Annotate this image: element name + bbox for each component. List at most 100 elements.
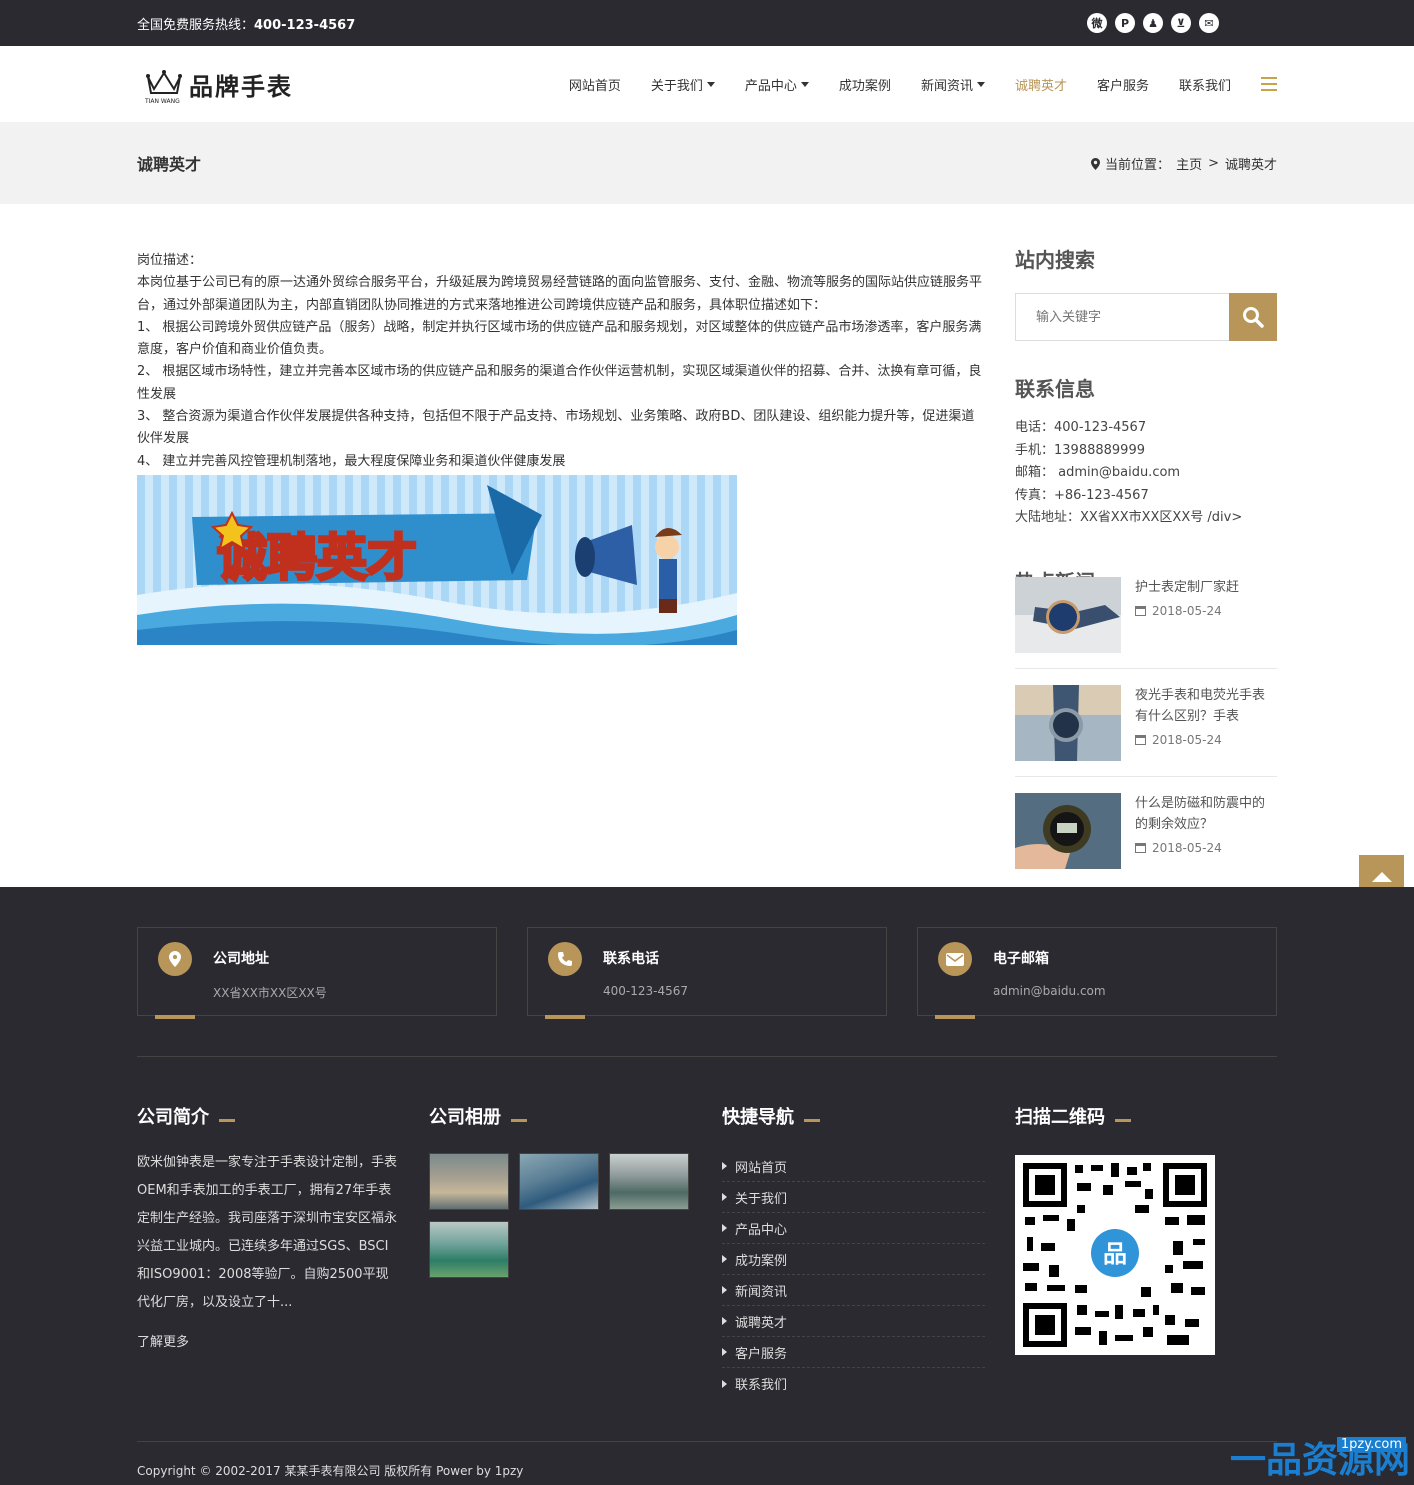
page-title: 诚聘英才 (137, 155, 202, 174)
nav-service[interactable]: 客户服务 (1097, 75, 1149, 94)
quick-nav-about[interactable]: 关于我们 (722, 1182, 985, 1213)
footer-box-value: admin@baidu.com (993, 984, 1106, 998)
footer-qr-title: 扫描二维码 (1015, 1103, 1215, 1129)
quick-nav-home[interactable]: 网站首页 (722, 1151, 985, 1182)
caret-right-icon (722, 1348, 727, 1356)
site-logo[interactable]: TIAN WANG 品牌手表 (145, 67, 293, 105)
menu-icon[interactable] (1261, 77, 1277, 91)
quick-nav-products[interactable]: 产品中心 (722, 1213, 985, 1244)
news-date: 2018-05-24 (1135, 733, 1277, 747)
contact-email: 邮箱： admin@baidu.com (1015, 465, 1181, 480)
main-nav: 网站首页 关于我们 产品中心 成功案例 新闻资讯 诚聘英才 客户服务 联系我们 (539, 75, 1277, 94)
footer-quick-nav: 快捷导航 网站首页 关于我们 产品中心 成功案例 新闻资讯 诚聘英才 客户服务 … (722, 1103, 1015, 1433)
album-photo[interactable] (429, 1153, 509, 1210)
footer-album-title: 公司相册 (429, 1103, 722, 1129)
job-item-4: 4、 建立并完善风控管理机制落地，最大程度保障业务和渠道伙伴健康发展 (137, 453, 566, 469)
album-photo[interactable] (429, 1221, 509, 1278)
calendar-icon (1135, 734, 1146, 745)
nav-about[interactable]: 关于我们 (651, 75, 715, 94)
brand-sub: TIAN WANG (145, 98, 180, 105)
news-thumbnail (1015, 576, 1121, 653)
contact-address: 大陆地址：XX省XX市XX区XX号 /div> (1015, 510, 1243, 525)
search-input[interactable] (1015, 293, 1229, 341)
quick-nav-list: 网站首页 关于我们 产品中心 成功案例 新闻资讯 诚聘英才 客户服务 联系我们 (722, 1151, 985, 1399)
nav-products[interactable]: 产品中心 (745, 75, 809, 94)
breadcrumb-home[interactable]: 主页 (1176, 154, 1202, 173)
calendar-icon (1135, 842, 1146, 853)
nav-news[interactable]: 新闻资讯 (921, 75, 985, 94)
footer-address-box: 公司地址 XX省XX市XX区XX号 (137, 927, 497, 1019)
nav-cases[interactable]: 成功案例 (839, 75, 891, 94)
site-watermark: 1pzy.com 一品资源网 (1230, 1437, 1410, 1481)
footer-phone-box: 联系电话 400-123-4567 (527, 927, 887, 1019)
map-pin-icon (1091, 157, 1101, 170)
hot-news-list: 护士表定制厂家赶 2018-05-24 夜光手表和电荧光手表有什么区别？手表 2… (1015, 576, 1277, 884)
footer-nav-title: 快捷导航 (722, 1103, 1015, 1129)
cart-icon[interactable]: ⊻ (1171, 13, 1191, 33)
footer-contact-boxes: 公司地址 XX省XX市XX区XX号 联系电话 400-123-4567 电子邮箱… (137, 927, 1277, 1019)
chevron-down-icon (976, 81, 985, 87)
caret-right-icon (722, 1193, 727, 1201)
article-content: 岗位描述： 本岗位基于公司已有的原一达通外贸综合服务平台，升级延展为跨境贸易经营… (137, 250, 982, 900)
footer-box-value: 400-123-4567 (603, 984, 689, 998)
search-button[interactable] (1229, 293, 1277, 341)
qr-code-image: 品 (1015, 1155, 1215, 1355)
news-title[interactable]: 护士表定制厂家赶 (1135, 577, 1239, 598)
footer-box-title: 公司地址 (213, 951, 269, 967)
news-title[interactable]: 夜光手表和电荧光手表有什么区别？手表 (1135, 685, 1277, 727)
footer-box-title: 联系电话 (603, 951, 659, 967)
news-item[interactable]: 夜光手表和电荧光手表有什么区别？手表 2018-05-24 (1015, 684, 1277, 777)
crown-icon: TIAN WANG (145, 67, 183, 105)
svg-text:品: 品 (1103, 1240, 1127, 1268)
footer-qr: 扫描二维码 品 (1015, 1103, 1215, 1433)
news-title[interactable]: 什么是防磁和防震中的的剩余效应？ (1135, 793, 1277, 835)
caret-right-icon (722, 1162, 727, 1170)
main-area: 岗位描述： 本岗位基于公司已有的原一达通外贸综合服务平台，升级延展为跨境贸易经营… (0, 204, 1414, 900)
pinterest-icon[interactable]: P (1115, 13, 1135, 33)
weibo-icon[interactable]: 微 (1087, 13, 1107, 33)
news-item[interactable]: 护士表定制厂家赶 2018-05-24 (1015, 576, 1277, 669)
footer-intro-title: 公司简介 (137, 1103, 429, 1129)
site-footer: 公司地址 XX省XX市XX区XX号 联系电话 400-123-4567 电子邮箱… (0, 887, 1414, 1485)
calendar-icon (1135, 605, 1146, 616)
read-more-link[interactable]: 了解更多 (137, 1331, 429, 1350)
footer-box-title: 电子邮箱 (993, 951, 1049, 967)
caret-right-icon (722, 1379, 727, 1388)
caret-right-icon (722, 1255, 727, 1263)
nav-careers[interactable]: 诚聘英才 (1015, 75, 1067, 94)
nav-contact[interactable]: 联系我们 (1179, 75, 1231, 94)
quick-nav-contact[interactable]: 联系我们 (722, 1368, 985, 1399)
news-date: 2018-05-24 (1135, 604, 1239, 618)
brand-name: 品牌手表 (189, 71, 293, 101)
quick-nav-news[interactable]: 新闻资讯 (722, 1275, 985, 1306)
search-icon (1243, 307, 1264, 328)
job-heading: 岗位描述： (137, 253, 203, 268)
sidebar: 站内搜索 联系信息 电话：400-123-4567 手机：13988889999… (1015, 244, 1277, 900)
contact-fax: 传真：+86-123-4567 (1015, 487, 1149, 503)
chevron-down-icon (800, 81, 809, 87)
footer-divider (137, 1056, 1277, 1057)
hotline-number: 400-123-4567 (254, 17, 356, 33)
quick-nav-cases[interactable]: 成功案例 (722, 1244, 985, 1275)
footer-box-value: XX省XX市XX区XX号 (213, 986, 327, 1000)
album-photo[interactable] (519, 1153, 599, 1210)
quick-nav-service[interactable]: 客户服务 (722, 1337, 985, 1368)
mail-icon[interactable]: ✉ (1199, 13, 1219, 33)
job-item-2: 2、 根据区域市场特性，建立并完善本区域市场的供应链产品和服务的渠道合作伙伴运营… (137, 364, 982, 402)
hotline-label: 全国免费服务热线： (137, 17, 255, 33)
nav-home[interactable]: 网站首页 (569, 75, 621, 94)
news-thumbnail (1015, 684, 1121, 761)
album-photo[interactable] (609, 1153, 689, 1210)
caret-right-icon (722, 1286, 727, 1294)
contact-list: 电话：400-123-4567 手机：13988889999 邮箱： admin… (1015, 417, 1277, 530)
page-title-bar: 诚聘英才 当前位置： 主页 > 诚聘英才 (0, 122, 1414, 204)
news-date: 2018-05-24 (1135, 841, 1277, 855)
qq-icon[interactable]: ♟ (1143, 13, 1163, 33)
breadcrumb: 当前位置： 主页 > 诚聘英才 (1091, 154, 1277, 173)
quick-nav-careers[interactable]: 诚聘英才 (722, 1306, 985, 1337)
social-links: 微 P ♟ ⊻ ✉ (1087, 13, 1219, 33)
footer-intro: 公司简介 欧米伽钟表是一家专注于手表设计定制，手表OEM和手表加工的手表工厂，拥… (137, 1103, 429, 1433)
news-item[interactable]: 什么是防磁和防震中的的剩余效应？ 2018-05-24 (1015, 792, 1277, 884)
news-thumbnail (1015, 792, 1121, 869)
breadcrumb-current: 诚聘英才 (1224, 157, 1277, 173)
